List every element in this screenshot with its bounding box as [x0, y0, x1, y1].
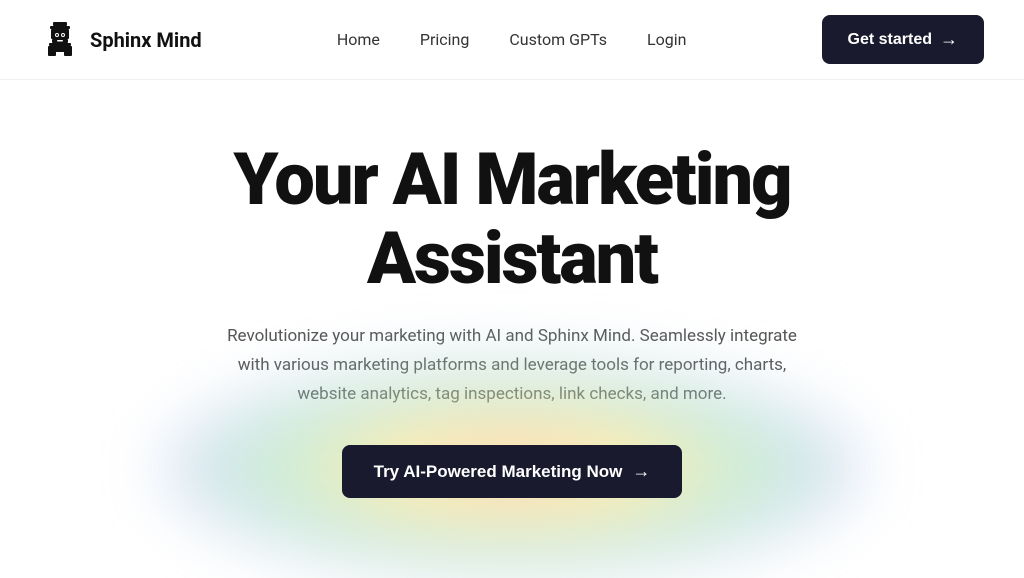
- hero-section: Your AI Marketing Assistant Revolutioniz…: [0, 80, 1024, 498]
- get-started-button[interactable]: Get started →: [822, 15, 984, 64]
- nav-custom-gpts[interactable]: Custom GPTs: [509, 30, 607, 49]
- sphinx-icon: [40, 20, 80, 60]
- nav-login[interactable]: Login: [647, 30, 686, 49]
- nav-pricing[interactable]: Pricing: [420, 30, 470, 49]
- nav-links: Home Pricing Custom GPTs Login: [337, 30, 687, 49]
- nav-home[interactable]: Home: [337, 30, 380, 49]
- hero-title: Your AI Marketing Assistant: [162, 140, 862, 298]
- logo[interactable]: Sphinx Mind: [40, 20, 202, 60]
- brand-name: Sphinx Mind: [90, 28, 202, 52]
- cta-arrow: →: [632, 461, 650, 482]
- get-started-arrow: →: [940, 29, 958, 50]
- navbar: Sphinx Mind Home Pricing Custom GPTs Log…: [0, 0, 1024, 80]
- cta-button[interactable]: Try AI-Powered Marketing Now →: [342, 445, 683, 498]
